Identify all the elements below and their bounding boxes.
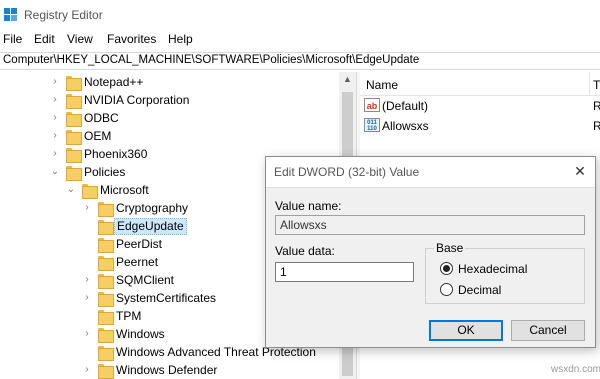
value-row[interactable]: ab (Default) R	[360, 97, 600, 115]
menu-bar: File Edit View Favorites Help	[0, 32, 600, 50]
chevron-right-icon[interactable]: ›	[82, 328, 92, 340]
value-row[interactable]: 011 110 Allowsxs R	[360, 117, 600, 135]
menu-view[interactable]: View	[67, 32, 93, 46]
tree-item-label[interactable]: Cryptography	[114, 201, 190, 215]
chevron-down-icon[interactable]: ⌄	[66, 184, 76, 196]
edit-dword-dialog: Edit DWORD (32-bit) Value ✕ Value name: …	[265, 156, 596, 348]
chevron-right-icon[interactable]: ›	[82, 202, 92, 214]
tree-item-label[interactable]: Peernet	[114, 255, 160, 269]
dialog-title: Edit DWORD (32-bit) Value	[274, 165, 420, 179]
menu-favorites[interactable]: Favorites	[107, 32, 156, 46]
tree-item-label[interactable]: OEM	[82, 129, 113, 143]
folder-icon	[66, 166, 82, 181]
chevron-right-icon[interactable]: ›	[50, 94, 60, 106]
folder-icon	[98, 364, 114, 379]
tree-item-label[interactable]: Phoenix360	[82, 147, 149, 161]
menu-help[interactable]: Help	[168, 32, 193, 46]
watermark: wsxdn.com	[551, 364, 600, 375]
chevron-right-icon[interactable]: ›	[50, 148, 60, 160]
tree-item-label[interactable]: ODBC	[82, 111, 121, 125]
registry-editor-icon	[4, 8, 18, 22]
tree-item[interactable]: › OEM	[0, 128, 339, 146]
chevron-down-icon[interactable]: ⌄	[50, 166, 60, 178]
chevron-right-icon[interactable]: ›	[50, 112, 60, 124]
folder-icon	[98, 346, 114, 361]
tree-item-label[interactable]: NVIDIA Corporation	[82, 93, 191, 107]
column-separator[interactable]	[589, 72, 590, 96]
base-group: Base Hexadecimal Decimal	[425, 241, 585, 304]
folder-icon	[98, 238, 114, 253]
radio-button[interactable]	[440, 283, 453, 296]
value-type: R	[593, 99, 600, 113]
base-label: Base	[434, 241, 466, 255]
radio-button-checked[interactable]	[440, 262, 453, 275]
folder-icon	[66, 148, 82, 163]
column-type[interactable]: Ty	[593, 78, 600, 92]
tree-item-label[interactable]: TPM	[114, 309, 143, 323]
folder-icon	[66, 94, 82, 109]
tree-item-label[interactable]: PeerDist	[114, 237, 164, 251]
chevron-right-icon[interactable]: ›	[50, 130, 60, 142]
chevron-right-icon[interactable]: ›	[82, 274, 92, 286]
folder-icon	[66, 130, 82, 145]
tree-item[interactable]: › ODBC	[0, 110, 339, 128]
folder-icon	[98, 292, 114, 307]
dword-value-icon: 011 110	[364, 118, 380, 132]
cancel-button[interactable]: Cancel	[511, 320, 585, 341]
tree-item[interactable]: › Windows Defender	[0, 362, 339, 379]
chevron-right-icon[interactable]: ›	[50, 76, 60, 88]
value-name: (Default)	[382, 99, 429, 113]
string-value-icon: ab	[364, 98, 380, 112]
address-bar[interactable]: Computer\HKEY_LOCAL_MACHINE\SOFTWARE\Pol…	[0, 52, 600, 70]
folder-icon	[98, 274, 114, 289]
value-data-input[interactable]: 1	[275, 262, 414, 282]
radio-decimal[interactable]: Decimal	[440, 282, 580, 298]
folder-icon	[98, 202, 114, 217]
value-name-label: Value name:	[275, 199, 342, 213]
tree-item-label[interactable]: EdgeUpdate	[114, 218, 187, 235]
radio-hexadecimal[interactable]: Hexadecimal	[440, 261, 580, 277]
dialog-body: Value name: Allowsxs Value data: 1 Base …	[266, 187, 595, 347]
folder-icon	[82, 184, 98, 199]
tree-item[interactable]: › NVIDIA Corporation	[0, 92, 339, 110]
column-header: Name Ty	[360, 72, 600, 96]
tree-item-label[interactable]: Notepad++	[82, 75, 145, 89]
title-bar: Registry Editor	[0, 0, 600, 30]
tree-item-label[interactable]: SQMClient	[114, 273, 176, 287]
folder-icon	[66, 112, 82, 127]
folder-icon	[98, 220, 114, 235]
menu-edit[interactable]: Edit	[34, 32, 55, 46]
folder-icon	[98, 328, 114, 343]
tree-item-label[interactable]: Windows	[114, 327, 167, 341]
value-data-label: Value data:	[275, 244, 335, 258]
window-title: Registry Editor	[24, 8, 103, 22]
folder-icon	[98, 310, 114, 325]
chevron-right-icon[interactable]: ›	[82, 292, 92, 304]
radio-label[interactable]: Decimal	[458, 283, 501, 297]
folder-icon	[66, 76, 82, 91]
value-name: Allowsxs	[382, 119, 429, 133]
tree-item[interactable]: › Notepad++	[0, 74, 339, 92]
menu-file[interactable]: File	[3, 32, 22, 46]
tree-item-label[interactable]: Windows Defender	[114, 363, 219, 377]
tree-item-label[interactable]: SystemCertificates	[114, 291, 218, 305]
radio-label[interactable]: Hexadecimal	[458, 262, 527, 276]
value-type: R	[593, 119, 600, 133]
column-name[interactable]: Name	[366, 78, 398, 92]
folder-icon	[98, 256, 114, 271]
tree-item-label[interactable]: Policies	[82, 165, 127, 179]
ok-button[interactable]: OK	[429, 320, 503, 341]
chevron-right-icon[interactable]: ›	[82, 364, 92, 376]
scroll-up-icon[interactable]: ▲	[343, 74, 352, 84]
close-icon[interactable]: ✕	[569, 161, 591, 181]
value-name-field: Allowsxs	[275, 215, 585, 235]
tree-item-label[interactable]: Microsoft	[98, 183, 151, 197]
address-path[interactable]: Computer\HKEY_LOCAL_MACHINE\SOFTWARE\Pol…	[3, 54, 419, 66]
